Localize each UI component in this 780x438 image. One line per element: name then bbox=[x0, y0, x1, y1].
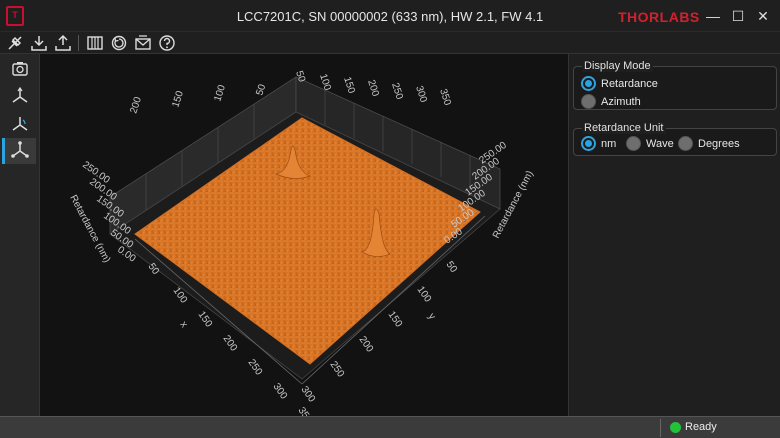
back-y-tick: 150 bbox=[341, 76, 357, 96]
x-axis-label: x bbox=[178, 319, 190, 329]
toolbar bbox=[0, 32, 780, 54]
minimize-button[interactable]: — bbox=[702, 7, 724, 25]
back-x-tick: 200 bbox=[128, 95, 144, 115]
retardance-unit-group: Retardance Unit nm Wave Degrees bbox=[573, 122, 777, 156]
table-view-icon bbox=[87, 36, 103, 50]
title-bar: T LCC7201C, SN 00000002 (633 nm), HW 2.1… bbox=[0, 0, 780, 32]
nav-camera[interactable] bbox=[4, 56, 36, 82]
connect-icon bbox=[8, 36, 22, 50]
y-tick: 200 bbox=[357, 334, 376, 354]
mail-icon bbox=[135, 35, 151, 50]
nav-axes-rotate[interactable] bbox=[4, 112, 36, 138]
y-axis-label: y bbox=[426, 311, 438, 321]
3d-surface-icon bbox=[11, 141, 29, 158]
table-view-button[interactable] bbox=[86, 34, 104, 52]
camera-icon bbox=[12, 62, 28, 76]
axes-rotate-icon bbox=[12, 117, 28, 131]
radio-indicator bbox=[678, 136, 693, 151]
y-tick: 150 bbox=[386, 309, 405, 329]
radio-label: Degrees bbox=[698, 138, 740, 150]
back-y-tick: 300 bbox=[413, 85, 429, 105]
radio-degrees[interactable]: Degrees bbox=[678, 136, 740, 152]
status-text: Ready bbox=[685, 421, 717, 433]
connect-button[interactable] bbox=[6, 34, 24, 52]
y-tick: 300 bbox=[299, 384, 318, 404]
close-button[interactable]: ✕ bbox=[752, 7, 774, 25]
y-tick: 100 bbox=[415, 284, 434, 304]
radio-azimuth[interactable]: Azimuth bbox=[581, 94, 641, 110]
radio-label: Retardance bbox=[601, 78, 658, 90]
x-tick: 350 bbox=[296, 405, 315, 416]
radio-label: Azimuth bbox=[601, 96, 641, 108]
back-y-tick: 350 bbox=[437, 88, 453, 108]
back-y-tick: 200 bbox=[365, 79, 381, 99]
save-icon bbox=[31, 36, 47, 51]
status-led-icon bbox=[670, 422, 681, 433]
load-button[interactable] bbox=[54, 34, 72, 52]
brand-logo: THORLABS bbox=[618, 9, 700, 25]
back-x-tick: 150 bbox=[170, 89, 186, 109]
surface-plot[interactable]: 250.00200.00150.00100.0050.000.00Retarda… bbox=[40, 54, 568, 416]
toolbar-separator bbox=[78, 35, 79, 51]
radio-retardance[interactable]: Retardance bbox=[581, 76, 658, 92]
help-icon bbox=[159, 35, 175, 51]
radio-indicator bbox=[581, 94, 596, 109]
surface-plot-area[interactable]: 250.00 200.00 150.00 100.00 50.00 0.00 Retarda… bbox=[40, 54, 568, 416]
radio-indicator bbox=[581, 76, 596, 91]
x-tick: 150 bbox=[196, 309, 215, 329]
radio-label: nm bbox=[601, 138, 617, 150]
radio-indicator bbox=[626, 136, 641, 151]
maximize-button[interactable]: ☐ bbox=[727, 7, 749, 25]
radio-label: Wave bbox=[646, 138, 674, 150]
radio-nm[interactable]: nm bbox=[581, 136, 616, 152]
nav-axes[interactable] bbox=[4, 84, 36, 110]
load-icon bbox=[55, 34, 71, 51]
x-tick: 300 bbox=[271, 381, 290, 401]
display-mode-title: Display Mode bbox=[582, 60, 653, 72]
radio-wave[interactable]: Wave bbox=[626, 136, 674, 152]
back-y-tick: 250 bbox=[389, 82, 405, 102]
status-separator bbox=[660, 419, 661, 437]
x-tick: 250 bbox=[246, 357, 265, 377]
radio-indicator bbox=[581, 136, 596, 151]
mail-button[interactable] bbox=[134, 34, 152, 52]
refresh-icon bbox=[111, 35, 127, 51]
settings-panel: Display Mode Retardance Azimuth Retardan… bbox=[568, 54, 780, 416]
help-button[interactable] bbox=[158, 34, 176, 52]
back-x-tick: 100 bbox=[212, 83, 228, 103]
display-mode-group: Display Mode Retardance Azimuth bbox=[573, 60, 777, 110]
status-bar: Ready bbox=[0, 416, 780, 438]
left-nav bbox=[0, 54, 40, 416]
refresh-button[interactable] bbox=[110, 34, 128, 52]
axes-icon bbox=[12, 86, 28, 103]
back-x-tick: 50 bbox=[254, 83, 268, 97]
y-tick: 250 bbox=[328, 359, 347, 379]
nav-3d-surface[interactable] bbox=[2, 138, 36, 164]
save-button[interactable] bbox=[30, 34, 48, 52]
y-tick: 50 bbox=[444, 259, 460, 275]
retardance-unit-title: Retardance Unit bbox=[582, 122, 666, 134]
x-tick: 200 bbox=[221, 333, 240, 353]
